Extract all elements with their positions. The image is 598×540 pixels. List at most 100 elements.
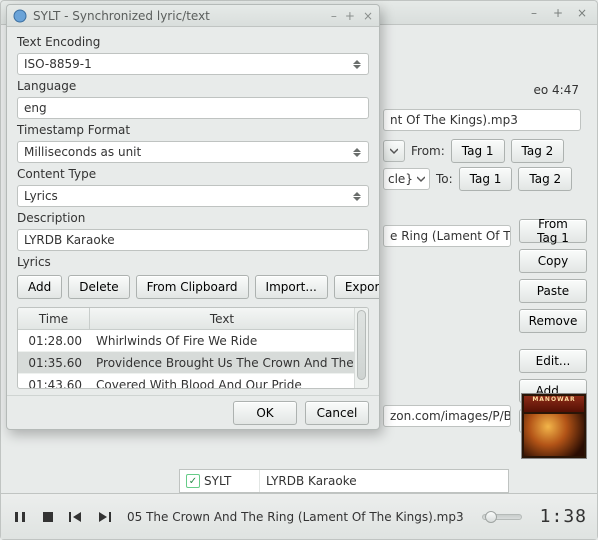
table-row[interactable]: 01:43.60Covered With Blood And Our Pride: [18, 374, 354, 388]
copy-button[interactable]: Copy: [519, 249, 587, 273]
duration-label: eo 4:47: [534, 83, 580, 97]
to-label: To:: [436, 172, 453, 186]
to-tag1-button[interactable]: Tag 1: [459, 167, 513, 191]
timestamp-format-value: Milliseconds as unit: [24, 145, 141, 159]
encoding-combo[interactable]: ISO-8859-1: [17, 53, 369, 75]
column-time-header[interactable]: Time: [18, 308, 90, 329]
encoding-value: ISO-8859-1: [24, 57, 92, 71]
row-text: Whirlwinds Of Fire We Ride: [90, 334, 354, 348]
lyrics-add-button[interactable]: Add: [17, 275, 62, 299]
pause-button[interactable]: [11, 508, 29, 526]
table-row[interactable]: 01:35.60Providence Brought Us The Crown …: [18, 352, 354, 374]
lyrics-label: Lyrics: [17, 255, 369, 269]
content-type-value: Lyrics: [24, 189, 58, 203]
cover-art: [524, 414, 584, 456]
lyrics-button-row: Add Delete From Clipboard Import... Expo…: [17, 275, 369, 299]
to-tag2-button[interactable]: Tag 2: [518, 167, 572, 191]
remove-button[interactable]: Remove: [519, 309, 587, 333]
description-label: Description: [17, 211, 369, 225]
skip-forward-icon: [97, 511, 111, 523]
row-text: Providence Brought Us The Crown And The …: [90, 356, 354, 370]
file-name-field[interactable]: nt Of The Kings).mp3: [383, 109, 581, 131]
paste-button[interactable]: Paste: [519, 279, 587, 303]
sylt-frame-label: SYLT: [204, 474, 231, 488]
main-minimize-icon[interactable]: –: [527, 6, 541, 20]
description-value: LYRDB Karaoke: [24, 233, 115, 247]
stop-button[interactable]: [39, 508, 57, 526]
lyrics-delete-button[interactable]: Delete: [68, 275, 129, 299]
dialog-minimize-icon[interactable]: –: [331, 9, 337, 23]
sylt-frame-value: LYRDB Karaoke: [260, 474, 363, 488]
language-label: Language: [17, 79, 369, 93]
main-maximize-icon[interactable]: +: [551, 6, 565, 20]
format-history-button[interactable]: [383, 140, 405, 162]
format-suffix-text: cle}: [388, 172, 413, 186]
title-text: e Ring (Lament Of The Ki...: [390, 229, 511, 243]
row-time: 01:35.60: [18, 356, 90, 370]
sylt-checkbox-cell[interactable]: ✓ SYLT: [180, 470, 260, 492]
album-cover-image[interactable]: MANOWAR: [521, 393, 587, 459]
picture-url-field[interactable]: zon.com/images/P/B000...: [383, 405, 511, 427]
dialog-titlebar[interactable]: SYLT - Synchronized lyric/text – + ×: [7, 5, 379, 27]
dialog-footer: OK Cancel: [7, 395, 379, 429]
now-playing-label: 05 The Crown And The Ring (Lament Of The…: [127, 510, 464, 524]
frames-table-row[interactable]: ✓ SYLT LYRDB Karaoke: [179, 469, 509, 493]
lyrics-import-button[interactable]: Import...: [255, 275, 328, 299]
from-tag1-button[interactable]: Tag 1: [451, 139, 505, 163]
title-field[interactable]: e Ring (Lament Of The Ki...: [383, 225, 511, 247]
row-time: 01:28.00: [18, 334, 90, 348]
content-type-label: Content Type: [17, 167, 369, 181]
slider-thumb[interactable]: [485, 511, 497, 523]
dialog-title: SYLT - Synchronized lyric/text: [33, 9, 331, 23]
row-time: 01:43.60: [18, 378, 90, 389]
timecode-label: 1:38: [540, 506, 587, 527]
stop-icon: [42, 511, 54, 523]
lyrics-table: Time Text 01:28.00Whirlwinds Of Fire We …: [17, 307, 369, 389]
pause-icon: [14, 511, 26, 523]
description-input[interactable]: LYRDB Karaoke: [17, 229, 369, 251]
format-from-row: From: Tag 1 Tag 2: [383, 139, 581, 163]
combo-arrows-icon: [350, 142, 364, 162]
lyrics-from-clipboard-button[interactable]: From Clipboard: [136, 275, 249, 299]
seek-slider[interactable]: [482, 514, 522, 520]
chevron-down-icon: [390, 147, 398, 155]
combo-arrows-icon: [350, 186, 364, 206]
player-bar: 05 The Crown And The Ring (Lament Of The…: [1, 493, 597, 539]
table-scrollbar[interactable]: [354, 308, 368, 388]
ok-button[interactable]: OK: [233, 401, 297, 425]
content-type-combo[interactable]: Lyrics: [17, 185, 369, 207]
lyrics-export-button[interactable]: Export...: [334, 275, 379, 299]
cover-text: MANOWAR: [524, 396, 584, 412]
table-row[interactable]: 01:28.00Whirlwinds Of Fire We Ride: [18, 330, 354, 352]
dialog-body: Text Encoding ISO-8859-1 Language eng Ti…: [7, 27, 379, 395]
main-close-icon[interactable]: ×: [575, 6, 589, 20]
language-value: eng: [24, 101, 47, 115]
row-text: Covered With Blood And Our Pride: [90, 378, 354, 389]
combo-arrows-icon: [350, 54, 364, 74]
cancel-button[interactable]: Cancel: [305, 401, 369, 425]
lyrics-table-body: 01:28.00Whirlwinds Of Fire We Ride01:35.…: [18, 330, 354, 388]
dialog-maximize-icon[interactable]: +: [345, 9, 355, 23]
scrollbar-thumb[interactable]: [357, 310, 366, 380]
from-tag2-button[interactable]: Tag 2: [511, 139, 565, 163]
dialog-close-icon[interactable]: ×: [363, 9, 373, 23]
skip-back-icon: [69, 511, 83, 523]
from-tag1-side-button[interactable]: From Tag 1: [519, 219, 587, 243]
timestamp-format-combo[interactable]: Milliseconds as unit: [17, 141, 369, 163]
timestamp-format-label: Timestamp Format: [17, 123, 369, 137]
encoding-label: Text Encoding: [17, 35, 369, 49]
lyrics-table-header: Time Text: [18, 308, 354, 330]
next-button[interactable]: [95, 508, 113, 526]
app-icon: [13, 9, 27, 23]
chevron-down-icon: [417, 175, 425, 183]
prev-button[interactable]: [67, 508, 85, 526]
format-suffix-field[interactable]: cle}: [383, 168, 430, 190]
from-label: From:: [411, 144, 445, 158]
column-text-header[interactable]: Text: [90, 308, 354, 329]
language-input[interactable]: eng: [17, 97, 369, 119]
checkbox-checked-icon[interactable]: ✓: [186, 474, 200, 488]
file-name-text: nt Of The Kings).mp3: [390, 113, 518, 127]
picture-url-text: zon.com/images/P/B000...: [390, 409, 511, 423]
sylt-dialog: SYLT - Synchronized lyric/text – + × Tex…: [6, 4, 380, 430]
edit-button[interactable]: Edit...: [519, 349, 587, 373]
